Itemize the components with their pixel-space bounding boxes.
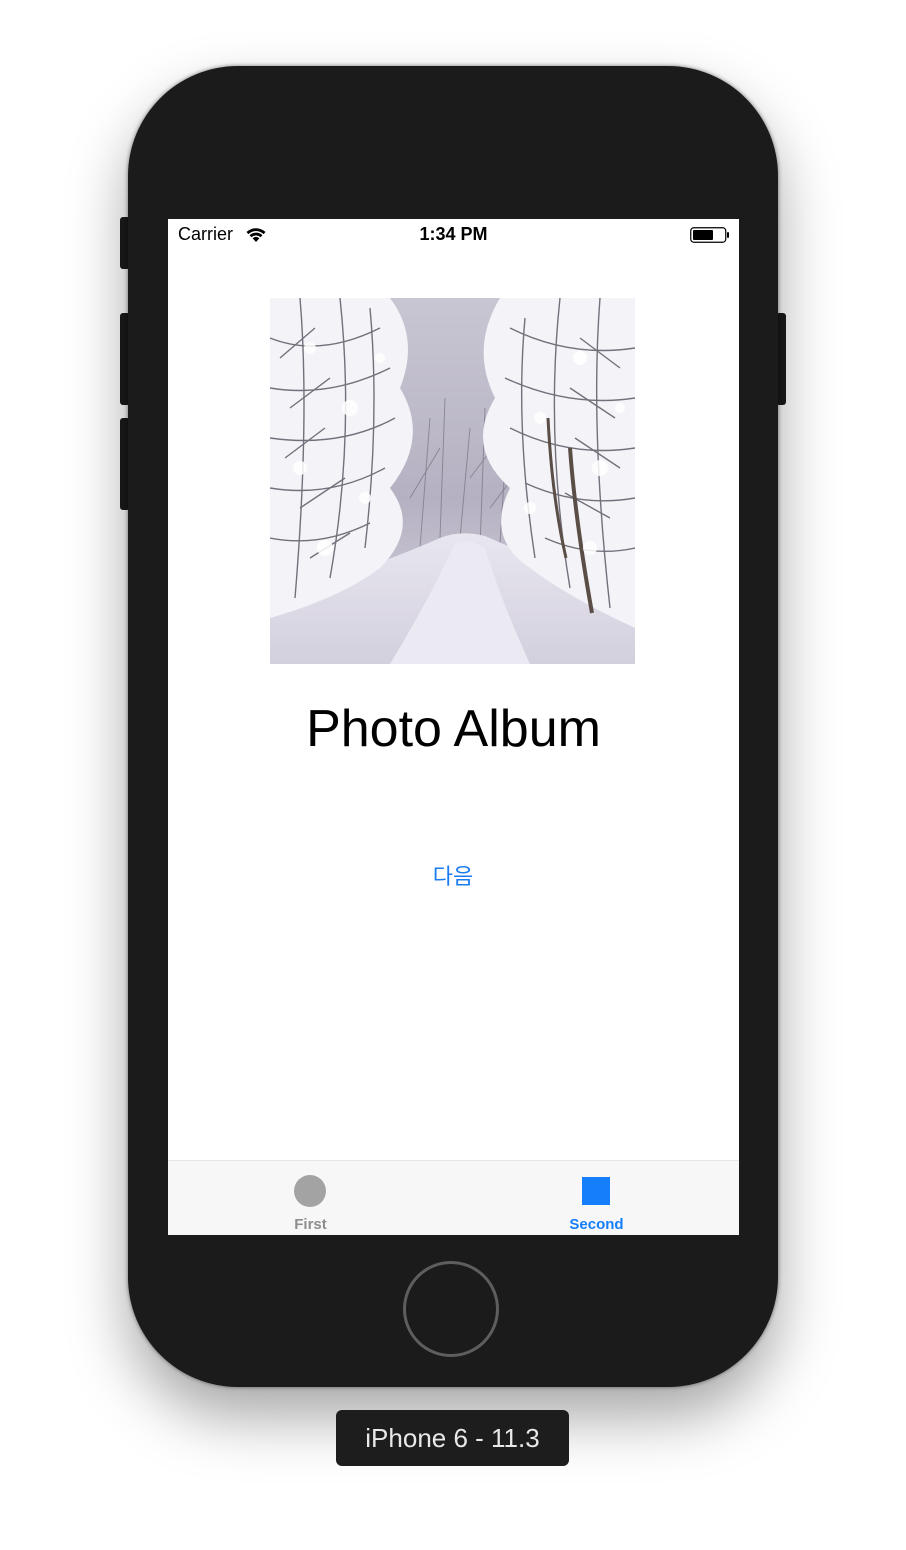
circle-icon xyxy=(294,1175,326,1207)
tab-label: Second xyxy=(569,1216,624,1233)
app-screen: Carrier 1:34 PM Photo Album 다음 First Sec… xyxy=(168,219,739,1235)
square-icon xyxy=(582,1177,610,1205)
home-button[interactable] xyxy=(403,1261,499,1357)
simulator-device-label: iPhone 6 - 11.3 xyxy=(336,1410,569,1466)
tab-second[interactable]: Second xyxy=(454,1161,739,1235)
status-time: 1:34 PM xyxy=(419,224,488,244)
snowy-forest-photo xyxy=(270,298,635,664)
page-title: Photo Album xyxy=(306,700,601,758)
next-button[interactable]: 다음 xyxy=(403,859,503,891)
tab-label: First xyxy=(294,1216,327,1233)
status-bar: Carrier 1:34 PM xyxy=(168,219,739,251)
tab-first[interactable]: First xyxy=(168,1161,453,1235)
tab-bar: First Second xyxy=(168,1160,739,1235)
battery-icon xyxy=(690,227,730,243)
simulator-window: Carrier 1:34 PM Photo Album 다음 First Sec… xyxy=(0,0,906,1550)
